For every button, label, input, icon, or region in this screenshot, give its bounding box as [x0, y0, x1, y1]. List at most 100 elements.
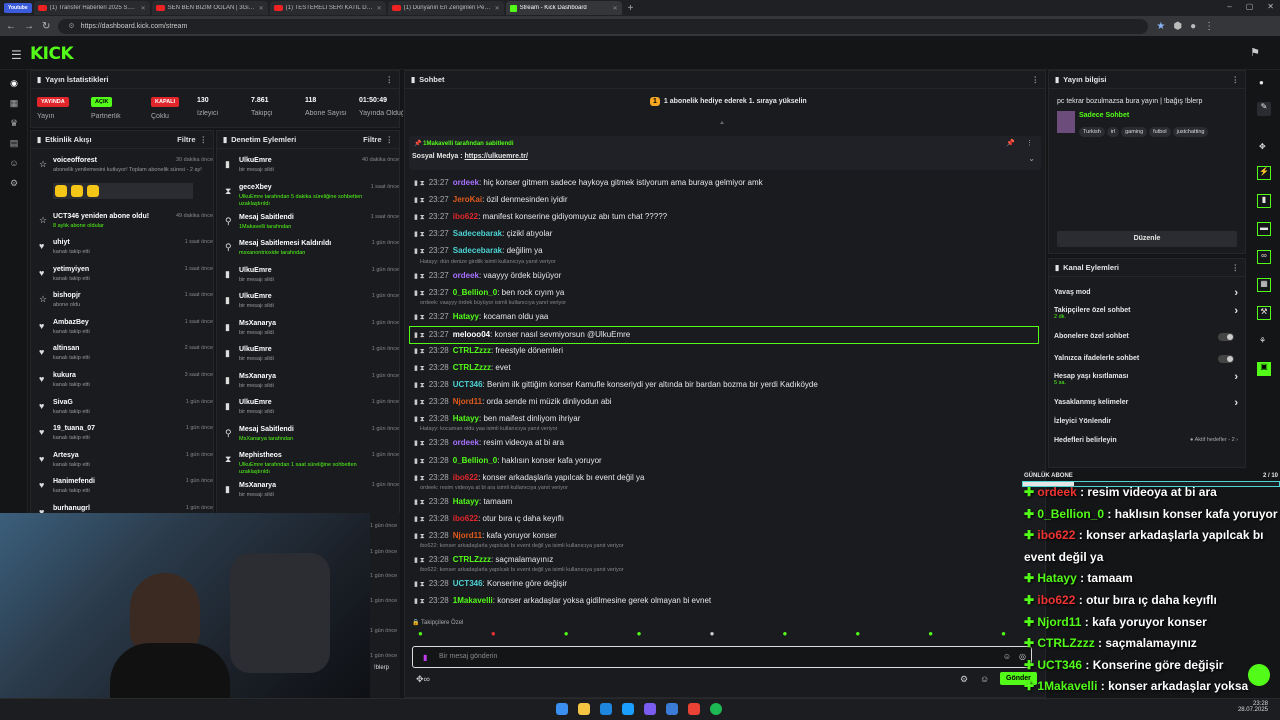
chat-username[interactable]: 0_Bellion_0 — [453, 456, 497, 465]
moderation-menu-icon[interactable]: ⋮ — [386, 135, 394, 144]
trophy-icon[interactable]: ♛ — [9, 118, 19, 128]
emote-icon[interactable]: ● — [782, 629, 787, 643]
activity-user[interactable]: SivaG — [53, 399, 73, 406]
channel-action-1[interactable]: Takipçilere özel sohbet 2 dk. › — [1054, 305, 1240, 320]
channel-action-4[interactable]: Hesap yaşı kısıtlaması 5 sa. › — [1054, 371, 1240, 386]
chrome-icon[interactable] — [688, 703, 700, 715]
stream-tag[interactable]: irl — [1106, 127, 1120, 137]
collapse-icon[interactable]: ⩡ — [720, 120, 724, 128]
activity-user[interactable]: voiceofforest — [53, 157, 97, 164]
chat-message[interactable]: ▮ ⧗ 23:28 Hatayy: tamaam — [414, 497, 512, 507]
share-icon[interactable]: ⚘ — [1259, 336, 1266, 345]
moderation-actions-icon[interactable]: ▮ ⧗ — [414, 516, 425, 523]
browser-tab[interactable]: (1) Dünyanın En Zenginleri Peşin ✕ — [387, 1, 504, 15]
site-info-icon[interactable]: ⚙ — [68, 22, 74, 30]
moderation-actions-icon[interactable]: ▮ ⧗ — [414, 214, 425, 221]
channel-action-7[interactable]: Hedefleri belirleyin ● Aktif hedefler - 2… — [1054, 437, 1240, 444]
moderation-actions-icon[interactable]: ▮ ⧗ — [414, 290, 425, 297]
emote-icon[interactable]: ● — [1001, 629, 1006, 643]
activity-filter-button[interactable]: Filtre — [177, 135, 195, 144]
chat-message[interactable]: ▮ ⧗ 23:28 UCT346: Konserine göre değişir — [414, 579, 567, 589]
chat-username[interactable]: UCT346 — [453, 380, 483, 389]
tab-close-icon[interactable]: ✕ — [377, 5, 382, 12]
kick-logo[interactable]: KICK — [30, 44, 74, 64]
message-icon[interactable]: ▬ — [1257, 222, 1271, 236]
chat-message[interactable]: ▮ ⧗ 23:27 0_Bellion_0: ben rock cıyım ya — [414, 288, 564, 298]
expand-window-icon[interactable]: ✥ — [1259, 142, 1266, 151]
chevron-right-icon[interactable]: › — [1234, 371, 1238, 383]
moderation-title[interactable]: UlkuEmre — [239, 293, 272, 300]
moderation-actions-icon[interactable]: ▮ ⧗ — [414, 180, 425, 187]
active-goals[interactable]: ● Aktif hedefler - 2 › — [1190, 437, 1238, 443]
chat-menu-icon[interactable]: ⋮ — [1032, 75, 1040, 84]
chat-username[interactable]: ordeek — [453, 271, 479, 280]
browser-tab[interactable]: Stream - Kick Dashboard ✕ — [505, 1, 622, 15]
tab-close-icon[interactable]: ✕ — [613, 5, 618, 12]
moderation-actions-icon[interactable]: ▮ ⧗ — [414, 273, 425, 280]
profile-icon[interactable]: ● — [1190, 21, 1196, 32]
chat-message[interactable]: ▮ ⧗ 23:27 Sadecebarak: çizikl atıyolar — [414, 229, 552, 239]
stats-menu-icon[interactable]: ⋮ — [386, 75, 394, 84]
chat-message[interactable]: ▮ ⧗ 23:28 UCT346: Benim ilk gittiğim konse… — [414, 380, 818, 390]
start-icon[interactable] — [556, 703, 568, 715]
activity-user[interactable]: Hanimefendi — [53, 478, 95, 485]
edit-icon[interactable]: ✎ — [1257, 102, 1271, 116]
back-icon[interactable]: ← — [6, 21, 16, 32]
stream-tag[interactable]: futbol — [1149, 127, 1171, 137]
moderation-title[interactable]: UlkuEmre — [239, 399, 272, 406]
explorer-icon[interactable] — [578, 703, 590, 715]
browser-menu-icon[interactable]: ⋮ — [1204, 21, 1214, 32]
moderation-actions-icon[interactable]: ▮ ⧗ — [414, 231, 425, 238]
moderation-title[interactable]: Mephistheos — [239, 452, 282, 459]
chat-username[interactable]: ibo622 — [453, 473, 478, 482]
activity-user[interactable]: Artesya — [53, 452, 79, 459]
chat-username[interactable]: Sadecebarak — [453, 229, 502, 238]
emote-icon[interactable]: ● — [928, 629, 933, 643]
chat-message[interactable]: ▮ ⧗ 23:28 CTRLZzzz: freestyle dönemleri — [414, 346, 563, 356]
dashboard-icon[interactable]: ▦ — [9, 98, 19, 108]
chat-input[interactable]: ▮ Bir mesaj gönderin ☺ ◎ — [412, 646, 1032, 668]
channel-action-0[interactable]: Yavaş mod › — [1054, 287, 1240, 299]
moderation-actions-icon[interactable]: ▮ ⧗ — [414, 416, 425, 423]
tab-close-icon[interactable]: ✕ — [141, 5, 146, 12]
chat-message[interactable]: ▮ ⧗ 23:28 Njord11: kafa yoruyor konser — [414, 531, 557, 541]
reload-icon[interactable]: ↻ — [42, 21, 50, 32]
chat-tools-icon[interactable]: ✥∞ — [416, 674, 430, 685]
close-icon[interactable]: ✕ — [1267, 2, 1274, 11]
chat-message[interactable]: ▮ ⧗ 23:27 Hatayy: kocaman oldu yaa — [414, 312, 548, 322]
activity-user[interactable]: burhanugrl — [53, 505, 90, 512]
moderation-actions-icon[interactable]: ▮ ⧗ — [414, 458, 425, 465]
activity-user[interactable]: yetimyiyen — [53, 266, 89, 273]
chat-username[interactable]: Njord11 — [453, 397, 482, 406]
moderation-actions-icon[interactable]: ▮ ⧗ — [414, 581, 425, 588]
activity-user[interactable]: 19_tuana_07 — [53, 425, 95, 432]
emote-settings-icon[interactable]: ☺ — [980, 674, 989, 684]
edge-icon[interactable] — [600, 703, 612, 715]
discord-icon[interactable] — [644, 703, 656, 715]
chat-message[interactable]: ▮ ⧗ 23:28 0_Bellion_0: haklısın konser kaf… — [414, 456, 602, 466]
emote-icon[interactable]: ● — [418, 629, 423, 643]
chevron-right-icon[interactable]: › — [1234, 397, 1238, 409]
moderation-actions-icon[interactable]: ▮ ⧗ — [414, 499, 425, 506]
activity-user[interactable]: UCT346 yeniden abone oldu! — [53, 213, 149, 220]
moderation-filter-button[interactable]: Filtre — [363, 135, 381, 144]
emote-icon[interactable]: ● — [637, 629, 642, 643]
channel-menu-icon[interactable]: ⋮ — [1232, 263, 1240, 272]
toggle-switch[interactable] — [1218, 355, 1234, 363]
chevron-right-icon[interactable]: › — [1234, 287, 1238, 299]
browser-tab[interactable]: (1) Transfer Haberleri 2025 S.E.S.F ✕ — [33, 1, 150, 15]
activity-user[interactable]: altinsan — [53, 345, 79, 352]
chat-message[interactable]: ▮ ⧗ 23:28 ibo622: otur bıra ıç daha keyıfl… — [414, 514, 564, 524]
moderation-title[interactable]: UlkuEmre — [239, 346, 272, 353]
stream-tag[interactable]: gaming — [1121, 127, 1148, 137]
stream-icon[interactable]: ◉ — [9, 78, 19, 88]
moderation-actions-icon[interactable]: ▮ ⧗ — [414, 475, 425, 482]
pinned-menu-icon[interactable]: ⋮ — [1026, 139, 1033, 147]
stream-tag[interactable]: justchatting — [1172, 127, 1209, 137]
chat-username[interactable]: ibo622 — [453, 514, 478, 523]
moderation-actions-icon[interactable]: ▮ ⧗ — [414, 314, 425, 321]
moderation-actions-icon[interactable]: ▮ ⧗ — [414, 197, 425, 204]
emote-icon[interactable]: ● — [564, 629, 569, 643]
moderation-actions-icon[interactable]: ▮ ⧗ — [414, 365, 425, 372]
chat-message[interactable]: ▮ ⧗ 23:28 ordeek: resim videoya at bi ara — [414, 438, 564, 448]
